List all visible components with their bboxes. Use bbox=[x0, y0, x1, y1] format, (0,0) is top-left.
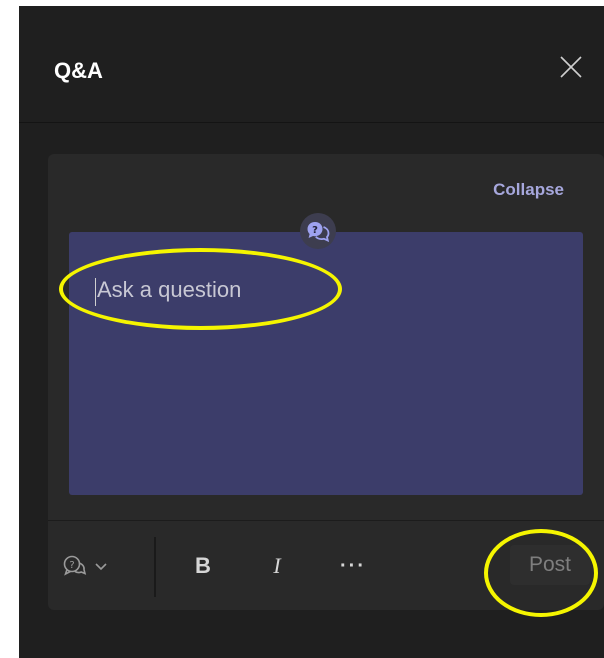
close-icon bbox=[560, 56, 582, 78]
question-bubble-icon: ? bbox=[63, 555, 87, 576]
chevron-down-icon bbox=[95, 563, 107, 571]
more-options-button[interactable]: ··· bbox=[328, 551, 378, 581]
panel-title: Q&A bbox=[54, 58, 103, 83]
question-type-dropdown[interactable]: ? bbox=[62, 551, 108, 581]
collapse-link[interactable]: Collapse bbox=[493, 180, 564, 200]
bold-button[interactable]: B bbox=[188, 551, 218, 581]
post-button[interactable]: Post bbox=[510, 545, 590, 585]
svg-text:?: ? bbox=[69, 560, 74, 571]
question-composer: Collapse ? ? bbox=[48, 154, 604, 610]
question-input[interactable] bbox=[95, 276, 559, 304]
question-bubble-icon: ? bbox=[300, 213, 336, 249]
panel-header: Q&A bbox=[19, 6, 604, 123]
italic-button[interactable]: I bbox=[262, 551, 292, 581]
svg-text:?: ? bbox=[312, 225, 318, 236]
close-button[interactable] bbox=[556, 52, 586, 82]
question-editor[interactable] bbox=[69, 232, 583, 495]
toolbar-divider bbox=[154, 537, 156, 597]
composer-toolbar: ? B I ··· Post bbox=[48, 520, 604, 611]
qa-panel: Q&A Collapse ? Ask a question ? B I ··· … bbox=[19, 6, 604, 658]
